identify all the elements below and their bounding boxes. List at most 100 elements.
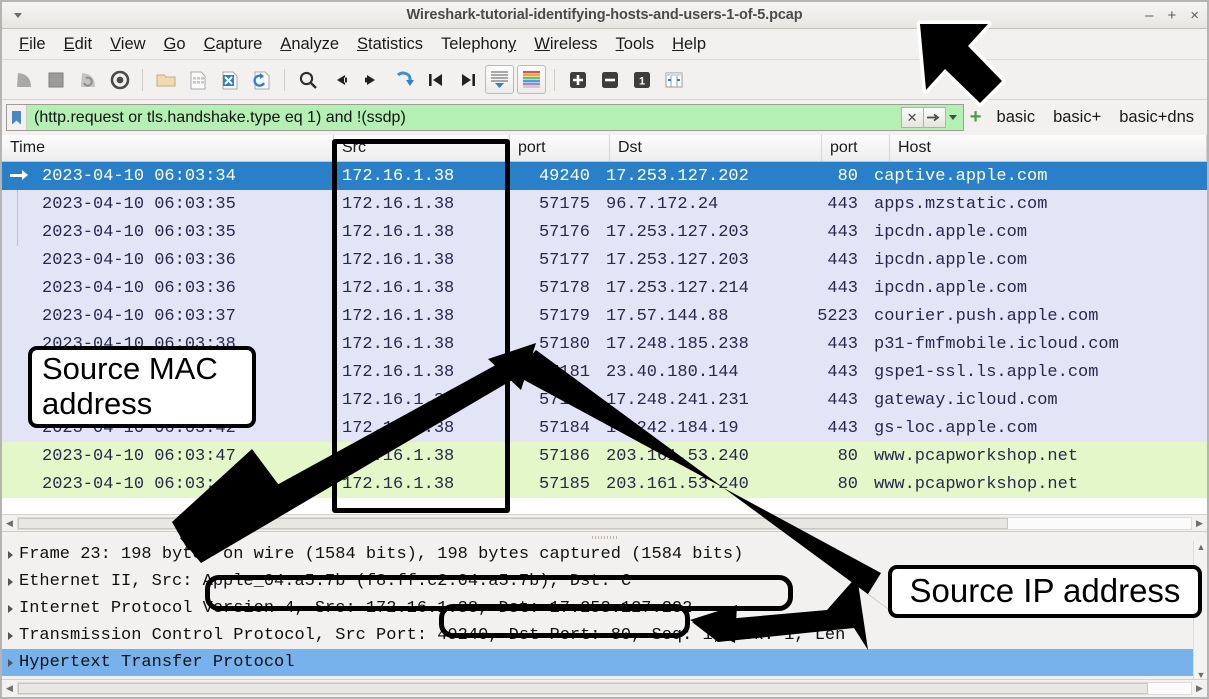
go-to-packet-icon[interactable] [389, 65, 418, 94]
expand-triangle-icon[interactable] [2, 605, 19, 613]
window-menu-icon[interactable] [11, 8, 25, 22]
menu-file[interactable]: File [10, 33, 55, 56]
restart-capture-icon[interactable] [73, 65, 102, 94]
reload-file-icon[interactable] [247, 65, 276, 94]
stop-capture-icon[interactable] [41, 65, 70, 94]
column-header-srcport[interactable]: port [510, 135, 610, 161]
packet-detail-rows[interactable]: Frame 23: 198 bytes on wire (1584 bits),… [2, 541, 1207, 676]
cell-host: apps.mzstatic.com [874, 194, 1048, 214]
packet-list-row[interactable]: 2023-04-10 06:03:41 172.16.1.38 57183 17.24… [2, 386, 1207, 414]
detail-scroll-left-icon[interactable]: ◀ [2, 681, 17, 696]
cell-host: gs-loc.apple.com [874, 418, 1038, 438]
packet-list-row[interactable]: 2023-04-10 06:03:36 172.16.1.38 57177 17.25… [2, 246, 1207, 274]
packet-detail-pane[interactable]: Frame 23: 198 bytes on wire (1584 bits),… [2, 533, 1207, 697]
capture-options-icon[interactable] [105, 65, 134, 94]
go-forward-icon[interactable] [357, 65, 386, 94]
packet-list-row[interactable]: 2023-04-10 06:03:36 172.16.1.38 57178 17.25… [2, 274, 1207, 302]
open-file-icon[interactable] [151, 65, 180, 94]
packet-list-row[interactable]: 2023-04-10 06:03:35 172.16.1.38 57176 17.25… [2, 218, 1207, 246]
cell-dst-port: 80 [837, 166, 858, 186]
go-back-icon[interactable] [325, 65, 354, 94]
packet-row-gutter [2, 470, 34, 498]
clear-filter-icon[interactable]: ✕ [900, 107, 924, 128]
maximize-button[interactable]: + [1167, 8, 1176, 23]
chevron-down-icon[interactable] [946, 107, 961, 128]
close-file-icon[interactable] [215, 65, 244, 94]
detail-tree-row[interactable]: Internet Protocol Version 4, Src: 172.16… [2, 595, 1207, 622]
menu-telephony[interactable]: Telephony [432, 33, 525, 56]
menu-tools[interactable]: Tools [607, 33, 664, 56]
go-to-last-packet-icon[interactable] [453, 65, 482, 94]
zoom-out-icon[interactable] [595, 65, 624, 94]
detail-hscroll-track[interactable] [17, 682, 1192, 695]
column-header-src[interactable]: Src [334, 135, 510, 161]
cell-dst-port: 80 [837, 474, 858, 494]
packet-row-gutter [2, 246, 34, 274]
packet-list-hscrollbar[interactable]: ◀ ▶ [2, 514, 1207, 531]
colorize-icon[interactable] [517, 65, 546, 94]
packet-list-row[interactable]: 2023-04-10 06:03:34 172.16.1.38 49240 17.25… [2, 162, 1207, 190]
scroll-right-icon[interactable]: ▶ [1192, 516, 1207, 531]
go-to-first-packet-icon[interactable] [421, 65, 450, 94]
start-capture-icon[interactable] [9, 65, 38, 94]
minimize-button[interactable]: – [1145, 8, 1153, 23]
detail-tree-row[interactable]: Hypertext Transfer Protocol [2, 649, 1207, 676]
packet-row-gutter [2, 386, 34, 414]
zoom-in-icon[interactable] [563, 65, 592, 94]
scroll-up-icon[interactable]: ▲ [1196, 542, 1206, 552]
menu-statistics[interactable]: Statistics [348, 33, 432, 56]
detail-vscrollbar[interactable]: ▲ ▼ [1193, 541, 1207, 681]
column-header-dst[interactable]: Dst [610, 135, 822, 161]
cell-host: courier.push.apple.com [874, 306, 1099, 326]
find-packet-icon[interactable] [293, 65, 322, 94]
detail-hscrollbar[interactable]: ◀ ▶ [2, 679, 1207, 697]
cell-dst: 17.248.241.231 [606, 390, 749, 410]
cell-src: 172.16.1.38 [342, 474, 455, 494]
cell-host: www.pcapworkshop.net [874, 446, 1079, 466]
packet-list-rows[interactable]: 2023-04-10 06:03:34 172.16.1.38 49240 17.25… [2, 162, 1207, 498]
detail-tree-row[interactable]: Frame 23: 198 bytes on wire (1584 bits),… [2, 541, 1207, 568]
packet-list[interactable]: Time Src port Dst port Host 2023-04-10 0… [2, 135, 1207, 532]
zoom-reset-icon[interactable]: 1 [627, 65, 656, 94]
detail-tree-row[interactable]: Transmission Control Protocol, Src Port:… [2, 622, 1207, 649]
add-filter-button-button[interactable]: + [964, 104, 988, 131]
menu-view[interactable]: View [101, 33, 154, 56]
filter-button-basic-dns[interactable]: basic+dns [1110, 108, 1203, 127]
wireshark-window: Wireshark-tutorial-identifying-hosts-and… [0, 0, 1209, 699]
detail-tree-row[interactable]: Ethernet II, Src: Apple_04:a5:7b (f8:ff:… [2, 568, 1207, 595]
packet-list-row[interactable]: 2023-04-10 06:03:38 172.16.1.38 57180 17.24… [2, 330, 1207, 358]
packet-list-row[interactable]: 2023-04-10 06:03:39 172.16.1.38 57181 23.40… [2, 358, 1207, 386]
filter-button-basic-plus[interactable]: basic+ [1044, 108, 1110, 127]
menu-help[interactable]: Help [663, 33, 715, 56]
menu-wireless[interactable]: Wireless [525, 33, 606, 56]
packet-list-row[interactable]: 2023-04-10 06:03:35 172.16.1.38 57175 96.7.… [2, 190, 1207, 218]
menu-analyze[interactable]: Analyze [271, 33, 348, 56]
column-header-time[interactable]: Time [2, 135, 334, 161]
cell-dst-port: 443 [827, 222, 858, 242]
expand-triangle-icon[interactable] [2, 659, 19, 667]
bookmark-icon[interactable] [7, 105, 27, 130]
packet-list-row[interactable]: 2023-04-10 06:03:48 172.16.1.38 57185 203.1… [2, 470, 1207, 498]
column-header-dstport[interactable]: port [822, 135, 890, 161]
menu-edit[interactable]: Edit [55, 33, 101, 56]
close-button[interactable]: × [1190, 8, 1199, 23]
menu-go[interactable]: Go [155, 33, 195, 56]
hscroll-track[interactable] [17, 516, 1192, 530]
expand-triangle-icon[interactable] [2, 632, 19, 640]
menu-capture[interactable]: Capture [195, 33, 272, 56]
expand-triangle-icon[interactable] [2, 578, 19, 586]
apply-filter-icon[interactable] [922, 107, 946, 128]
pane-splitter[interactable] [2, 533, 1207, 541]
save-file-icon[interactable] [183, 65, 212, 94]
display-filter-input[interactable]: (http.request or tls.handshake.type eq 1… [6, 104, 964, 131]
expand-triangle-icon[interactable] [2, 551, 19, 559]
packet-list-row[interactable]: 2023-04-10 06:03:47 172.16.1.38 57186 203.1… [2, 442, 1207, 470]
packet-list-row[interactable]: 2023-04-10 06:03:42 172.16.1.38 57184 17.24… [2, 414, 1207, 442]
column-header-host[interactable]: Host [890, 135, 1207, 161]
detail-scroll-right-icon[interactable]: ▶ [1192, 681, 1207, 696]
resize-columns-icon[interactable] [659, 65, 688, 94]
scroll-left-icon[interactable]: ◀ [2, 516, 17, 531]
auto-scroll-icon[interactable] [485, 65, 514, 94]
packet-list-row[interactable]: 2023-04-10 06:03:37 172.16.1.38 57179 17.57… [2, 302, 1207, 330]
filter-button-basic[interactable]: basic [988, 108, 1045, 127]
